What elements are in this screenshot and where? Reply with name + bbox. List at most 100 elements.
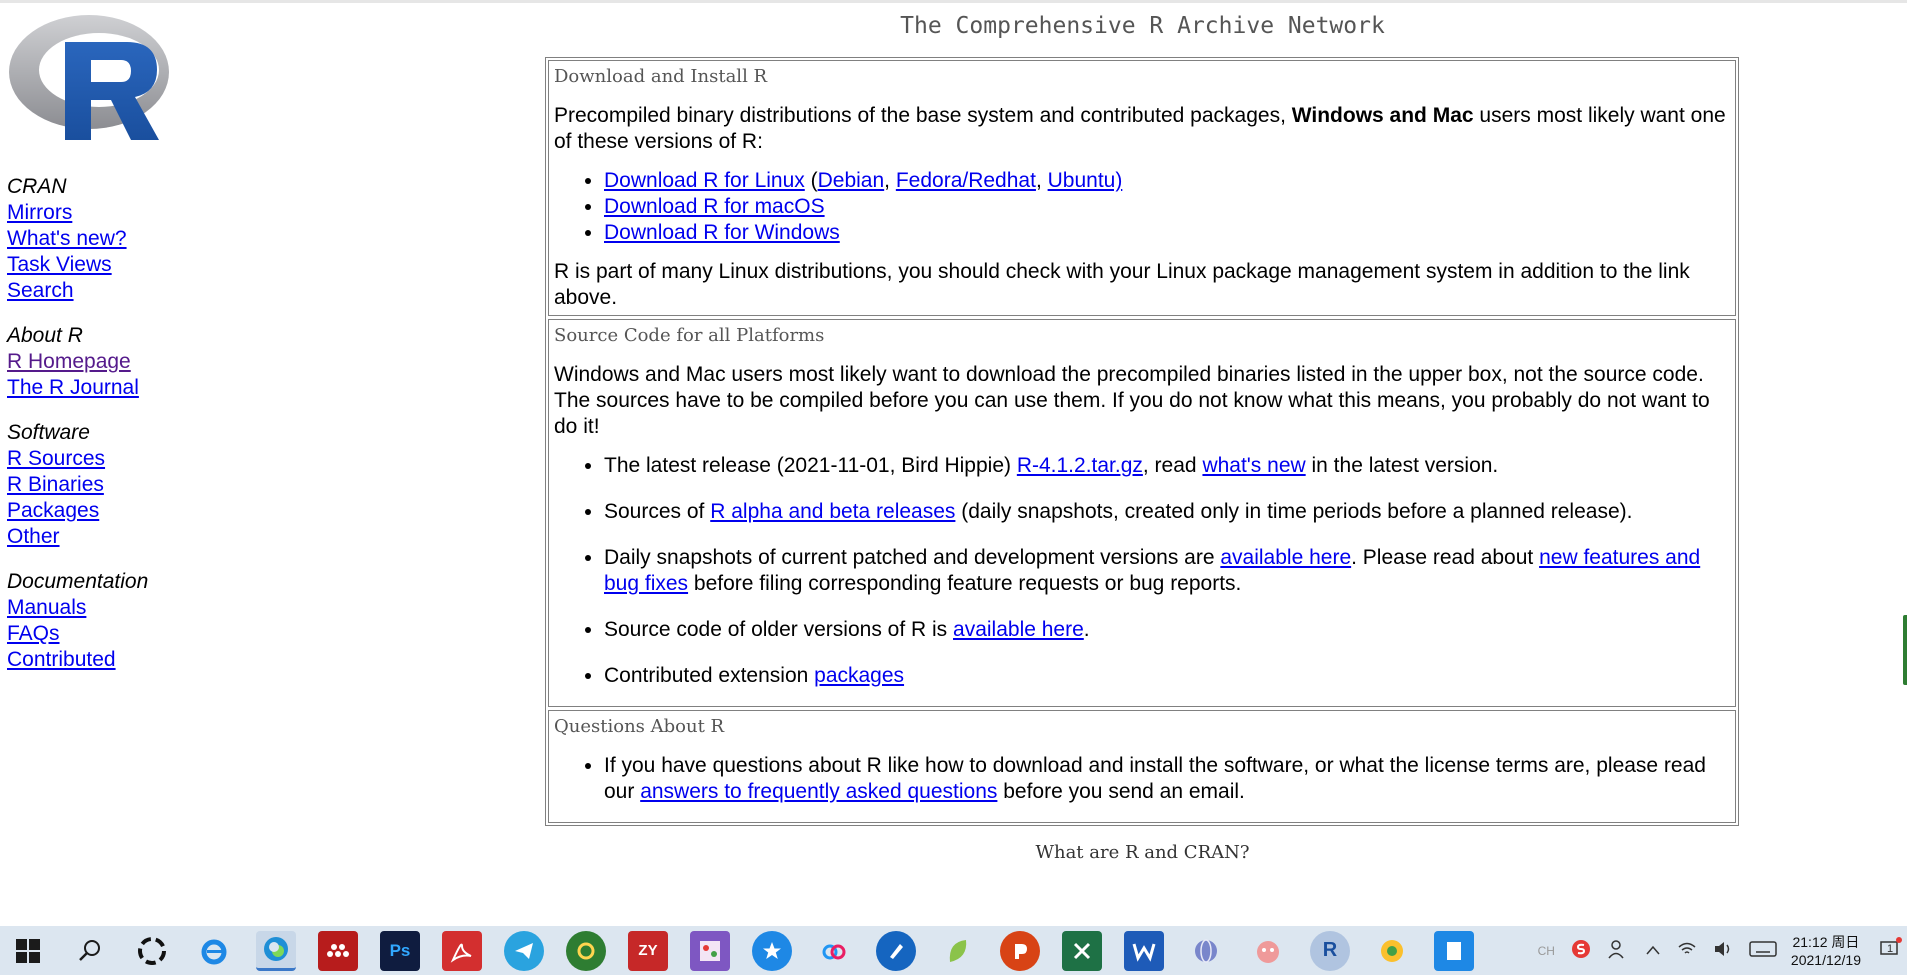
sogou-tray-icon[interactable] — [1571, 939, 1591, 962]
system-tray: CH 21:12 周日 2021/12/19 1 — [1530, 926, 1907, 975]
sidebar-link-r-journal[interactable]: The R Journal — [7, 375, 139, 401]
sidebar-group-title: About R — [7, 324, 83, 347]
sidebar-link-faqs[interactable]: FAQs — [7, 621, 60, 647]
sidebar-group-title: Software — [7, 421, 90, 444]
list-item: Contributed extension packages — [604, 663, 1730, 689]
text: before you send an email. — [997, 780, 1245, 803]
sidebar-link-mirrors[interactable]: Mirrors — [7, 200, 72, 226]
volume-icon[interactable] — [1713, 940, 1733, 961]
pinwheel-icon — [138, 936, 166, 965]
powerpoint-icon[interactable] — [1000, 930, 1040, 971]
sidebar-link-other[interactable]: Other — [7, 524, 60, 550]
chevron-up-icon[interactable] — [1645, 943, 1661, 959]
text: ( — [804, 169, 818, 192]
cloud-icon — [822, 944, 846, 959]
questions-list: If you have questions about R like how t… — [554, 753, 1730, 805]
ime-indicator[interactable]: CH — [1538, 944, 1555, 958]
sidebar-link-r-binaries[interactable]: R Binaries — [7, 472, 104, 498]
sidebar-group-documentation: Documentation Manuals FAQs Contributed — [7, 569, 267, 673]
telegram-icon[interactable] — [504, 930, 544, 971]
pinwheel-app-icon[interactable] — [132, 931, 172, 971]
r-logo[interactable] — [7, 12, 172, 142]
globe-icon[interactable] — [1186, 931, 1226, 971]
edge-icon[interactable] — [256, 930, 296, 971]
whats-new-link[interactable]: what's new — [1202, 454, 1305, 477]
magnifier-icon — [79, 939, 100, 961]
sidebar: CRAN Mirrors What's new? Task Views Sear… — [7, 12, 267, 692]
packages-link[interactable]: packages — [814, 664, 904, 687]
r-icon[interactable]: R — [1310, 930, 1350, 971]
note-icon[interactable] — [938, 931, 978, 971]
sidebar-link-whats-new[interactable]: What's new? — [7, 226, 127, 252]
paint-icon[interactable] — [690, 930, 730, 971]
photoshop-icon[interactable]: Ps — [380, 930, 420, 971]
main-content: The Comprehensive R Archive Network Down… — [545, 0, 1740, 863]
daily-snapshots-link[interactable]: available here — [1220, 546, 1351, 569]
internet-explorer-icon — [201, 939, 227, 964]
s-logo-icon — [1571, 940, 1590, 958]
pen-app-icon[interactable] — [876, 930, 916, 971]
notification-icon[interactable]: 1 — [1879, 937, 1902, 962]
taskbar: Ps ZY R CH 21:12 周日 2021/12/19 1 — [0, 926, 1907, 975]
list-item: If you have questions about R like how t… — [604, 753, 1730, 805]
latest-release-link[interactable]: R-4.1.2.tar.gz — [1017, 454, 1143, 477]
content-box: Download and Install R Precompiled binar… — [545, 57, 1739, 826]
search-icon[interactable] — [70, 931, 110, 971]
older-versions-link[interactable]: available here — [953, 618, 1084, 641]
text: Precompiled binary distributions of the … — [554, 104, 1292, 127]
download-macos-link[interactable]: Download R for macOS — [604, 195, 825, 218]
sidebar-link-r-sources[interactable]: R Sources — [7, 446, 105, 472]
panel-title: Source Code for all Platforms — [554, 325, 825, 346]
start-icon[interactable] — [8, 931, 48, 971]
text: The latest release (2021-11-01, Bird Hip… — [604, 454, 1017, 477]
download-intro: Precompiled binary distributions of the … — [554, 103, 1730, 155]
music-icon[interactable] — [1372, 931, 1412, 971]
keyboard-glyph-icon — [1749, 941, 1777, 957]
text: , — [884, 169, 896, 192]
windows-logo-icon — [16, 938, 40, 963]
list-item: Sources of R alpha and beta releases (da… — [604, 499, 1730, 525]
star-app-icon[interactable] — [752, 930, 792, 971]
ubuntu-link[interactable]: Ubuntu) — [1048, 169, 1123, 192]
ie-icon[interactable] — [194, 931, 234, 971]
mendeley-icon[interactable] — [318, 930, 358, 971]
person-icon — [1608, 940, 1624, 959]
text: , — [1035, 169, 1048, 192]
debian-link[interactable]: Debian — [818, 169, 885, 192]
excel-icon[interactable] — [1062, 930, 1102, 971]
zotero-icon[interactable]: ZY — [628, 930, 668, 971]
keyboard-icon[interactable] — [1749, 941, 1777, 960]
letter-p-icon — [1015, 943, 1027, 959]
word-icon[interactable] — [1124, 930, 1164, 971]
sidebar-link-contributed[interactable]: Contributed — [7, 647, 116, 673]
wireless-icon — [1678, 942, 1696, 954]
download-outro: R is part of many Linux distributions, y… — [554, 260, 1690, 309]
green-app-icon[interactable] — [566, 930, 606, 971]
faq-answers-link[interactable]: answers to frequently asked questions — [640, 780, 997, 803]
download-windows-link[interactable]: Download R for Windows — [604, 221, 840, 244]
alpha-beta-link[interactable]: R alpha and beta releases — [710, 500, 955, 523]
sidebar-link-r-homepage[interactable]: R Homepage — [7, 349, 131, 375]
clock[interactable]: 21:12 周日 2021/12/19 — [1791, 933, 1861, 969]
refresh-arrows-icon — [577, 942, 595, 959]
sidebar-link-manuals[interactable]: Manuals — [7, 595, 86, 621]
sidebar-link-task-views[interactable]: Task Views — [7, 252, 112, 278]
sidebar-link-search[interactable]: Search — [7, 278, 74, 304]
cat-icon — [1257, 940, 1279, 963]
people-icon[interactable] — [1607, 939, 1629, 962]
baidu-icon[interactable] — [814, 931, 854, 971]
notification-dot — [1896, 937, 1902, 943]
wifi-icon[interactable] — [1677, 940, 1697, 961]
download-linux-link[interactable]: Download R for Linux — [604, 169, 805, 192]
notepad-icon[interactable] — [1434, 930, 1474, 971]
text: . Please read about — [1351, 546, 1540, 569]
fedora-link[interactable]: Fedora/Redhat — [896, 169, 1036, 192]
source-intro: Windows and Mac users most likely want t… — [554, 363, 1710, 438]
sogou-icon[interactable] — [1248, 931, 1288, 971]
scrollbar-thumb[interactable] — [1903, 615, 1907, 685]
sidebar-link-packages[interactable]: Packages — [7, 498, 99, 524]
notification-count: 1 — [1887, 943, 1894, 955]
text: Contributed extension — [604, 664, 815, 687]
acrobat-icon[interactable] — [442, 930, 482, 971]
source-panel: Source Code for all Platforms Windows an… — [548, 319, 1736, 707]
